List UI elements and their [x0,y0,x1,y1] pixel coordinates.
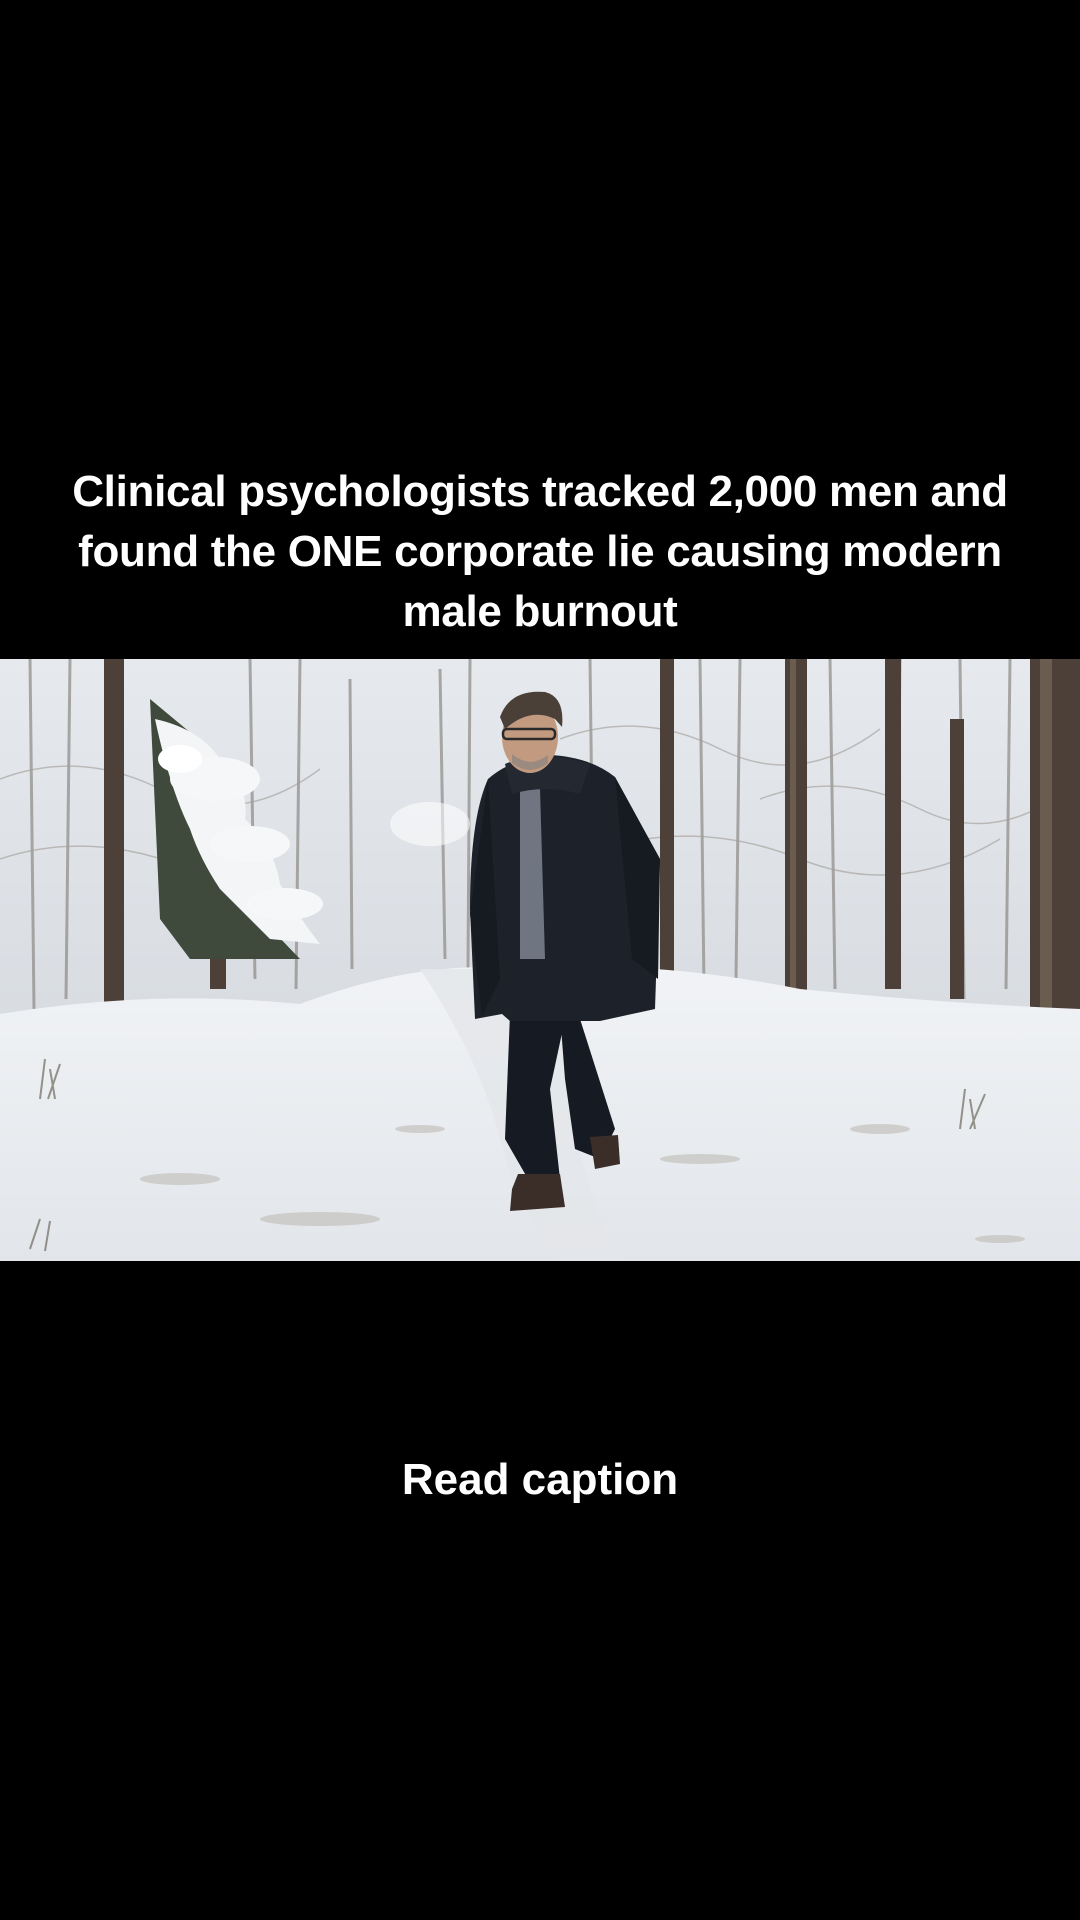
read-caption-text: Read caption [401,1455,679,1504]
video-frame[interactable] [0,659,1080,1261]
snowy-forest-walk-image [0,659,1080,1261]
video-headline-text: Clinical psychologists tracked 2,000 men… [72,467,1008,636]
